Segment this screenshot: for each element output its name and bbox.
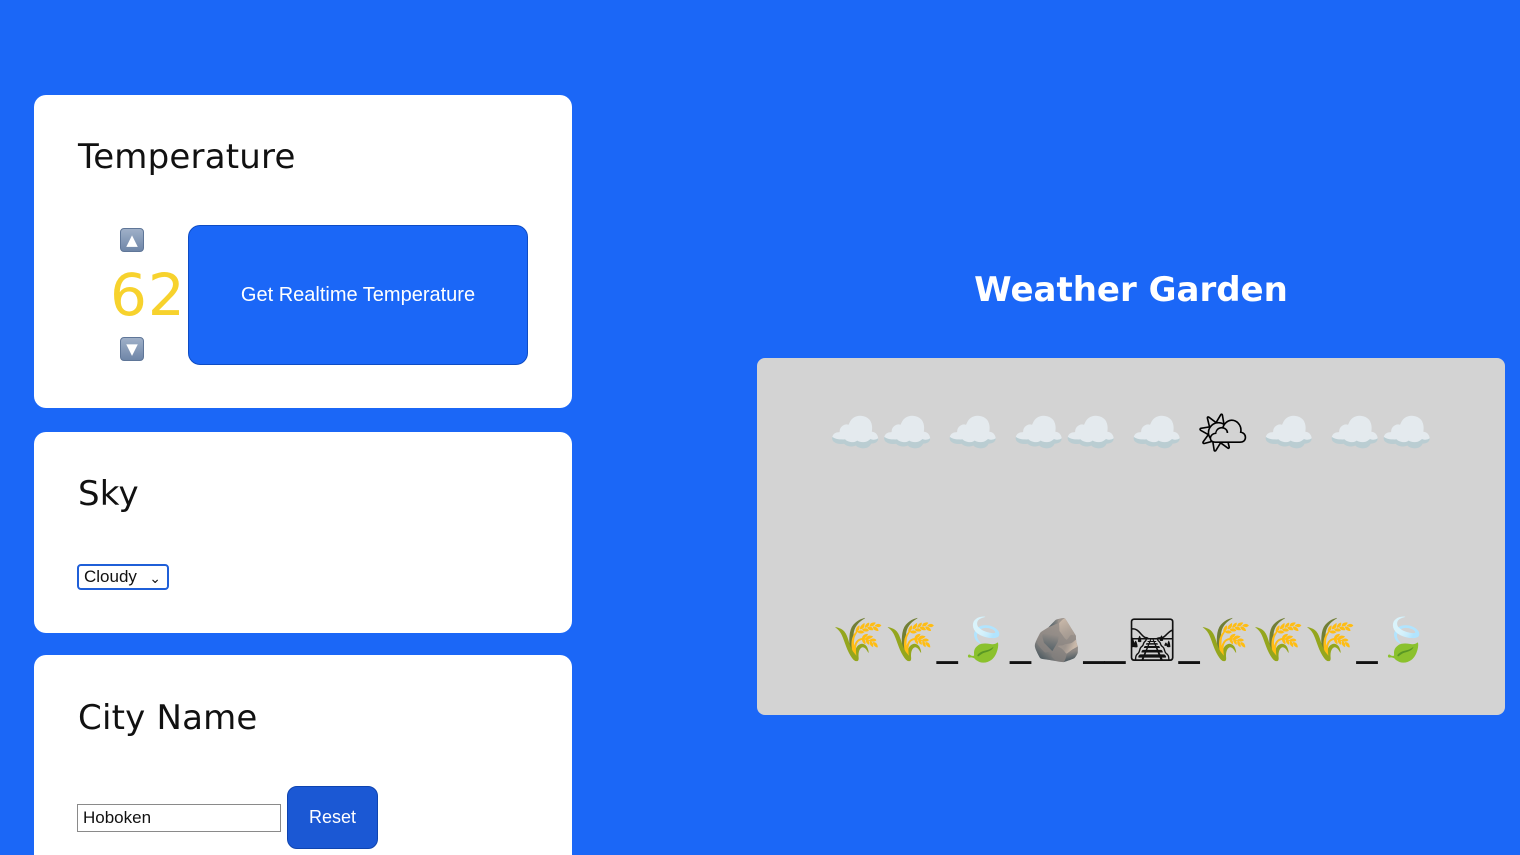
weather-app: Temperature ▲ 62 ▼ Get Realtime Temperat… xyxy=(0,0,1520,855)
city-card: City Name Reset xyxy=(34,655,572,855)
city-name-input[interactable] xyxy=(77,804,281,832)
get-realtime-temperature-button[interactable]: Get Realtime Temperature xyxy=(188,225,528,365)
garden-display: ☁️☁️ ☁️ ☁️☁️ ☁️ 🌤 ☁️ ☁️☁️ 🌾🌾_🍃_🪨__🛤_🌾🌾🌾_… xyxy=(757,358,1505,715)
garden-sky-row: ☁️☁️ ☁️ ☁️☁️ ☁️ 🌤 ☁️ ☁️☁️ xyxy=(828,408,1434,457)
sky-select[interactable]: Cloudy ⌄ xyxy=(77,564,169,590)
reset-button[interactable]: Reset xyxy=(287,786,378,849)
garden-title: Weather Garden xyxy=(974,270,1288,310)
sky-select-value: Cloudy xyxy=(84,567,137,586)
city-title: City Name xyxy=(78,698,258,738)
temperature-value: 62 xyxy=(110,261,186,329)
increase-temperature-icon[interactable]: ▲ xyxy=(120,228,144,252)
temperature-title: Temperature xyxy=(78,137,296,177)
temperature-card: Temperature ▲ 62 ▼ Get Realtime Temperat… xyxy=(34,95,572,408)
sky-title: Sky xyxy=(78,474,139,514)
garden-landscape-row: 🌾🌾_🍃_🪨__🛤_🌾🌾🌾_🍃 xyxy=(832,615,1430,664)
decrease-temperature-icon[interactable]: ▼ xyxy=(120,337,144,361)
chevron-down-icon: ⌄ xyxy=(149,570,161,586)
sky-card: Sky Cloudy ⌄ xyxy=(34,432,572,633)
